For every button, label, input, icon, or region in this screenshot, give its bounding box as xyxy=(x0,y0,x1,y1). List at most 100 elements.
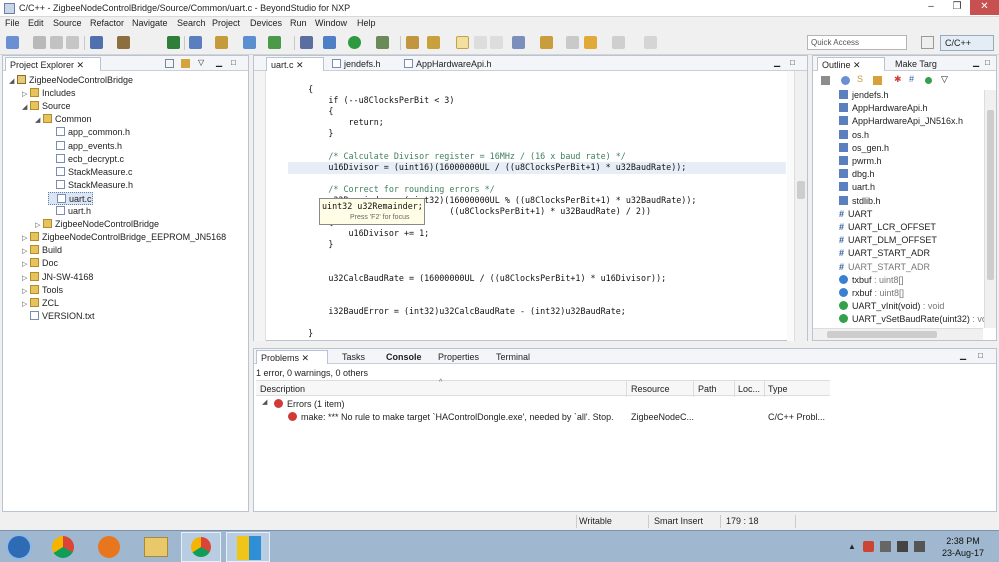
tree-item[interactable]: VERSION.txt xyxy=(22,310,95,323)
tab-console[interactable]: Console xyxy=(382,350,430,364)
expanded-icon[interactable]: ◢ xyxy=(35,115,43,127)
external-tools-icon[interactable] xyxy=(376,36,389,49)
menu-window[interactable]: Window xyxy=(315,18,347,28)
tab-properties[interactable]: Properties xyxy=(434,350,488,364)
run-icon[interactable] xyxy=(348,36,361,49)
skip-breakpoints-icon[interactable] xyxy=(300,36,313,49)
pin-editor-icon[interactable] xyxy=(644,36,657,49)
maximize-view-icon[interactable]: □ xyxy=(978,351,983,360)
minimize-view-icon[interactable]: ▁ xyxy=(216,58,222,67)
collapse-all-icon[interactable] xyxy=(165,59,174,68)
column-description[interactable]: Description xyxy=(260,384,305,394)
tree-item[interactable]: ▷ ZigbeeNodeControlBridge_EEPROM_JN5168 xyxy=(22,231,226,244)
outline-item[interactable]: os_gen.h xyxy=(839,142,889,156)
editor-scrollbar-thumb[interactable] xyxy=(797,181,805,199)
chrome-icon[interactable] xyxy=(52,536,74,558)
explorer-icon[interactable] xyxy=(144,537,168,557)
close-icon[interactable]: ✕ xyxy=(853,60,861,70)
search-icon[interactable] xyxy=(427,36,440,49)
expanded-icon[interactable]: ◢ xyxy=(9,76,17,88)
column-resource[interactable]: Resource xyxy=(631,384,670,394)
outline-item[interactable]: txbuf : uint8[] xyxy=(839,274,904,288)
tree-item[interactable]: ▷ ZCL xyxy=(22,297,59,310)
minimize-view-icon[interactable]: ▁ xyxy=(774,58,780,67)
tree-item[interactable]: StackMeasure.h xyxy=(48,179,133,192)
outline-vscrollbar[interactable] xyxy=(984,90,996,328)
menu-run[interactable]: Run xyxy=(290,18,307,28)
outline-hscrollbar[interactable] xyxy=(813,328,983,340)
outline-item[interactable]: pwrm.h xyxy=(839,156,882,169)
flash-icon[interactable] xyxy=(167,36,180,49)
hide-fields-icon[interactable] xyxy=(841,76,850,85)
tray-app-icon[interactable] xyxy=(863,541,874,552)
tree-item[interactable]: app_events.h xyxy=(48,140,122,153)
tab-uart-c[interactable]: uart.c ✕ xyxy=(266,57,324,71)
minimize-view-icon[interactable]: ▁ xyxy=(960,351,966,360)
menu-help[interactable]: Help xyxy=(357,18,376,28)
outline-item[interactable]: UART_vInit(void) : void xyxy=(839,301,944,314)
menu-project[interactable]: Project xyxy=(212,18,240,28)
last-edit-icon[interactable] xyxy=(566,36,579,49)
maximize-view-icon[interactable]: □ xyxy=(790,58,795,67)
tab-jendefs-h[interactable]: jendefs.h xyxy=(328,57,394,71)
menu-edit[interactable]: Edit xyxy=(28,18,44,28)
forward-icon[interactable] xyxy=(612,36,625,49)
clock-date[interactable]: 23-Aug-17 xyxy=(937,548,989,558)
new-project-icon[interactable] xyxy=(189,36,202,49)
tree-item[interactable]: ◢ Common xyxy=(35,113,92,126)
problem-row[interactable]: make: *** No rule to make target `HACont… xyxy=(256,411,830,424)
column-path[interactable]: Path xyxy=(698,384,717,394)
tab-problems[interactable]: Problems ✕ xyxy=(256,350,328,364)
maximize-view-icon[interactable]: □ xyxy=(985,58,990,67)
start-button[interactable] xyxy=(6,534,32,560)
outline-item[interactable]: uart.h xyxy=(839,182,875,195)
expand-icon[interactable]: ◢ xyxy=(262,398,267,406)
volume-icon[interactable] xyxy=(914,541,925,552)
tree-item[interactable]: ▷ Build xyxy=(22,244,62,257)
save-icon[interactable] xyxy=(33,36,46,49)
previous-annotation-icon[interactable] xyxy=(540,36,553,49)
menu-source[interactable]: Source xyxy=(53,18,82,28)
perspective-cpp-button[interactable]: C/C++ xyxy=(940,35,994,51)
menu-refactor[interactable]: Refactor xyxy=(90,18,124,28)
outline-item[interactable]: AppHardwareApi.h xyxy=(839,103,928,116)
tree-item[interactable]: ecb_decrypt.c xyxy=(48,153,124,166)
tree-item[interactable]: ◢ Source xyxy=(22,100,71,113)
outline-item[interactable]: stdlib.h xyxy=(839,195,881,209)
minimize-view-icon[interactable]: ▁ xyxy=(973,58,979,67)
menu-navigate[interactable]: Navigate xyxy=(132,18,168,28)
tray-device-icon[interactable] xyxy=(880,541,891,552)
outline-vscrollbar-thumb[interactable] xyxy=(987,110,994,280)
outline-item[interactable]: AppHardwareApi_JN516x.h xyxy=(839,116,963,129)
hide-static-icon[interactable]: S xyxy=(857,74,863,84)
tree-item[interactable]: ▷ Tools xyxy=(22,284,63,297)
expanded-icon[interactable]: ◢ xyxy=(22,102,30,114)
outline-item[interactable]: os.h xyxy=(839,129,869,143)
show-whitespace-icon[interactable] xyxy=(490,36,503,49)
hide-non-public-icon[interactable] xyxy=(873,76,882,85)
outline-item[interactable]: dbg.h xyxy=(839,169,875,182)
outline-item[interactable]: UART_vSetBaudRate(uint32) : void xyxy=(839,314,994,327)
outline-item[interactable]: jendefs.h xyxy=(839,90,889,103)
outline-item[interactable]: rxbuf : uint8[] xyxy=(839,288,904,301)
outline-item[interactable]: # UART xyxy=(839,209,872,222)
build-settings-icon[interactable] xyxy=(90,36,103,49)
refresh-icon[interactable] xyxy=(268,36,281,49)
tree-item[interactable]: uart.h xyxy=(48,205,91,218)
show-hidden-icons-icon[interactable]: ▲ xyxy=(848,542,856,551)
group-macros-icon[interactable]: # xyxy=(909,74,914,84)
open-perspective-icon[interactable] xyxy=(921,36,934,49)
print-icon[interactable] xyxy=(66,36,79,49)
view-menu-icon[interactable]: ▽ xyxy=(198,58,204,67)
close-icon[interactable]: ✕ xyxy=(302,353,310,363)
tab-make-target[interactable]: Make Targ xyxy=(891,57,961,71)
menu-file[interactable]: File xyxy=(5,18,20,28)
tree-item[interactable]: ▷ JN-SW-4168 xyxy=(22,271,93,284)
column-location[interactable]: Loc... xyxy=(738,384,760,394)
beyondstudio-taskbar-button[interactable] xyxy=(226,532,270,562)
open-folder-icon[interactable] xyxy=(215,36,228,49)
tree-item[interactable]: app_common.h xyxy=(48,126,130,139)
error-group-row[interactable]: ◢ Errors (1 item) xyxy=(256,398,830,411)
back-icon[interactable] xyxy=(584,36,597,49)
tree-item[interactable]: ▷ Doc xyxy=(22,257,58,270)
